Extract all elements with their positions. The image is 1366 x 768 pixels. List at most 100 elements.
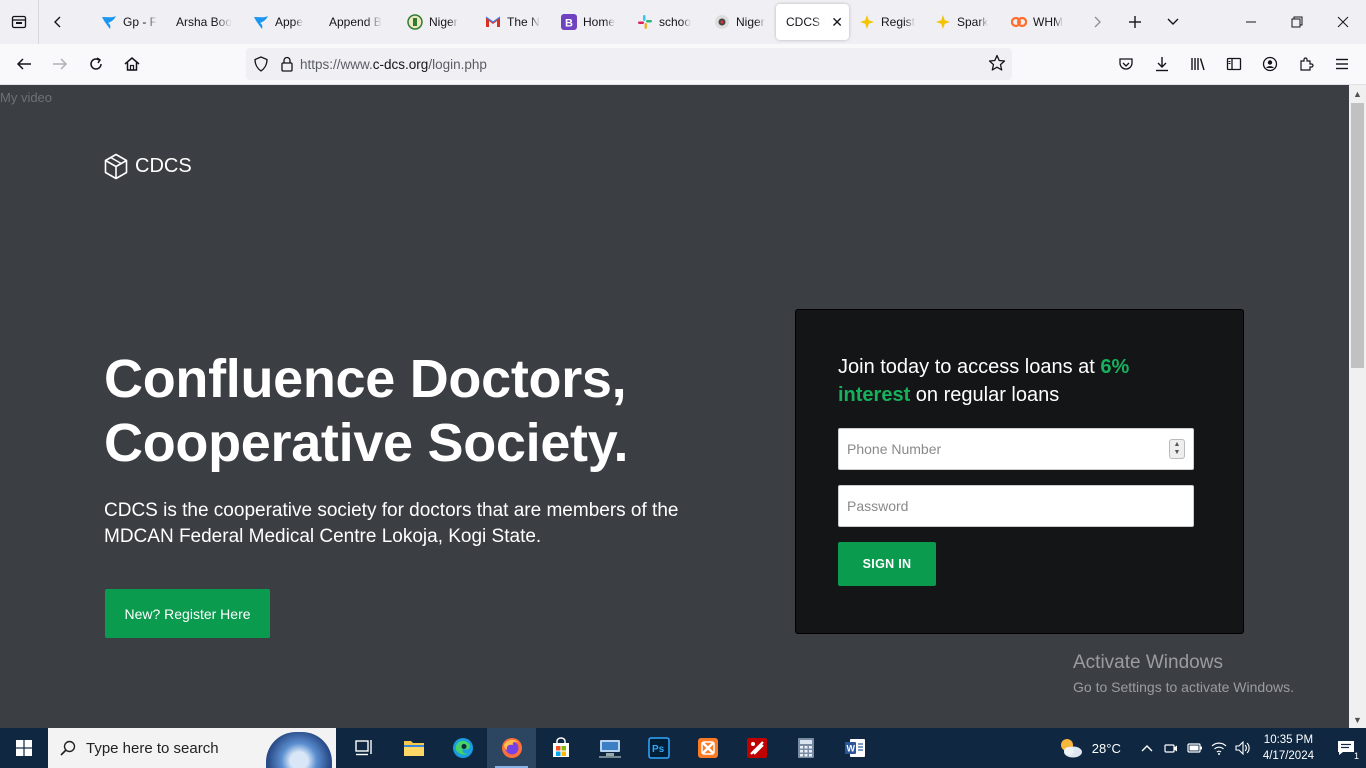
spark-icon [935,14,951,30]
account-button[interactable] [1252,48,1288,80]
spinner-down-icon[interactable]: ▼ [1174,449,1181,457]
back-button[interactable] [6,48,42,80]
number-spinner[interactable]: ▲ ▼ [1169,439,1185,459]
hero-title-line-1: Confluence Doctors, [104,349,627,409]
edge-button[interactable] [438,728,487,768]
close-window-button[interactable] [1320,0,1366,44]
computer-network-icon [598,740,621,758]
edge-icon [452,738,473,758]
pocket-icon [1119,58,1133,70]
firefox-view-button[interactable] [0,0,38,44]
microsoft-store-button[interactable] [536,728,585,768]
library-icon [1191,58,1205,71]
activate-windows-watermark: Activate Windows Go to Settings to activ… [1073,651,1294,697]
file-explorer-button[interactable] [389,728,438,768]
tab-title: CDCS L [786,15,825,29]
tracking-protection-icon[interactable] [246,48,276,80]
network-app-button[interactable] [585,728,634,768]
home-button[interactable] [114,48,150,80]
password-input[interactable] [847,498,1147,514]
sidebar-button[interactable] [1216,48,1252,80]
calculator-button[interactable] [781,728,830,768]
tab-2[interactable]: Arsha Boo [166,4,243,40]
reload-button[interactable] [78,48,114,80]
camera-icon [1164,744,1177,753]
slack-icon [637,14,653,30]
site-logo[interactable]: CDCS [104,153,192,180]
tab-12[interactable]: Spark [925,4,1001,40]
bird-icon [253,14,269,30]
scroll-up-arrow-icon[interactable]: ▲ [1349,85,1366,102]
tab-9[interactable]: Niger [704,4,776,40]
spinner-up-icon[interactable]: ▲ [1174,441,1181,449]
meet-now-icon[interactable] [1159,742,1183,754]
weather-widget[interactable]: 28°C [1058,737,1121,759]
tab-11[interactable]: Regist [849,4,925,40]
arrow-left-icon [16,58,31,70]
scroll-tabs-left-button[interactable] [39,0,77,44]
task-view-button[interactable] [340,728,389,768]
notification-center-button[interactable]: 1 [1326,728,1366,768]
scrollbar-thumb[interactable] [1351,103,1364,368]
extensions-button[interactable] [1288,48,1324,80]
restore-button[interactable] [1274,0,1320,44]
filezilla-button[interactable] [732,728,781,768]
svg-text:B: B [565,18,573,30]
minimize-button[interactable] [1228,0,1274,44]
tab-7[interactable]: B Home [551,4,627,40]
scroll-down-arrow-icon[interactable]: ▼ [1349,711,1366,728]
downloads-button[interactable] [1144,48,1180,80]
start-button[interactable] [0,728,48,768]
app-menu-button[interactable] [1324,48,1360,80]
search-icon [60,740,76,756]
vertical-scrollbar[interactable]: ▲ ▼ [1349,85,1366,728]
bookmark-star-button[interactable] [988,54,1006,77]
photoshop-button[interactable]: Ps [634,728,683,768]
tab-10-active[interactable]: CDCS L ✕ [776,4,849,40]
sign-in-button[interactable]: SIGN IN [838,542,936,586]
hero-description: CDCS is the cooperative society for doct… [104,500,679,547]
search-highlight-art-icon [266,732,332,768]
register-button[interactable]: New? Register Here [105,589,270,638]
tab-5[interactable]: Niger [397,4,475,40]
xampp-button[interactable] [683,728,732,768]
store-icon [552,737,569,757]
site-info-lock-icon[interactable] [276,48,298,80]
address-bar[interactable]: https://www.c-dcs.org/login.php [246,48,1012,80]
windows-taskbar: Type here to search Ps W 28°C 10:35 PM 4… [0,728,1366,768]
windows-logo-icon [16,740,32,756]
tab-3[interactable]: Appe [243,4,319,40]
word-button[interactable]: W [830,728,879,768]
tab-1[interactable]: Gp - F [91,4,166,40]
firefox-button[interactable] [487,728,536,768]
speaker-icon [1235,741,1250,755]
forward-button[interactable] [42,48,78,80]
tab-13[interactable]: WHM [1001,4,1073,40]
tab-title: Gp - F [123,15,158,29]
library-button[interactable] [1180,48,1216,80]
taskbar-search-box[interactable]: Type here to search [48,728,336,768]
password-field[interactable] [838,485,1194,527]
battery-icon[interactable] [1183,743,1207,753]
tab-6[interactable]: The N [475,4,551,40]
pocket-button[interactable] [1108,48,1144,80]
tab-4[interactable]: Append B [319,4,397,40]
phone-number-field[interactable]: ▲▼ [838,428,1194,470]
temperature: 28°C [1091,740,1121,756]
chevron-up-icon [1141,745,1153,752]
close-tab-icon[interactable]: ✕ [831,14,843,31]
tab-title: Home [583,15,616,29]
scroll-tabs-right-button[interactable] [1078,0,1116,44]
list-all-tabs-button[interactable] [1154,0,1192,44]
chevron-right-icon [1094,16,1101,28]
show-hidden-icons-button[interactable] [1135,743,1159,753]
new-tab-button[interactable] [1116,0,1154,44]
wifi-icon[interactable] [1207,741,1231,755]
volume-icon[interactable] [1231,741,1255,755]
phone-number-input[interactable] [847,441,1147,457]
tab-title: Appe [275,15,304,29]
clock[interactable]: 10:35 PM 4/17/2024 [1263,732,1314,764]
tab-8[interactable]: schoo [627,4,704,40]
url-text[interactable]: https://www.c-dcs.org/login.php [300,57,487,72]
tab-title: The N [507,15,540,29]
